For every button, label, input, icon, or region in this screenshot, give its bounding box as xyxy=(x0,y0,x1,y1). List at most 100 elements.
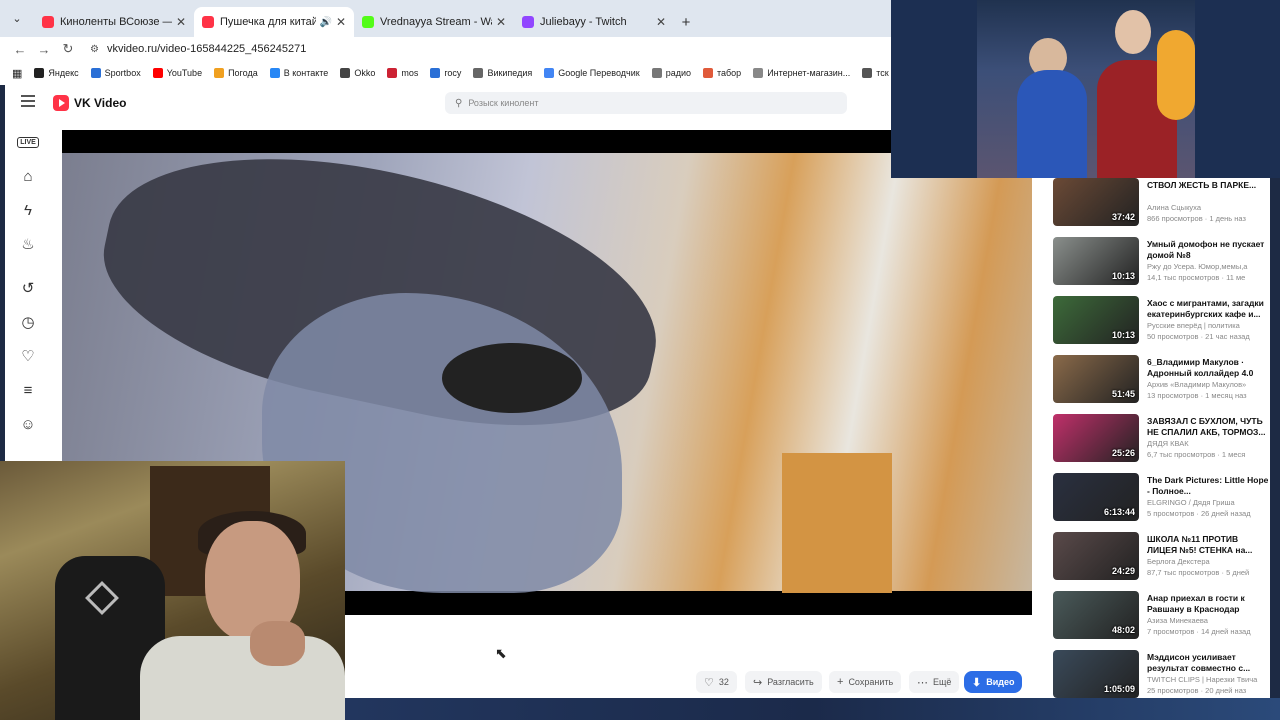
bookmark-favicon-icon xyxy=(269,68,280,78)
screen: { "browser": { "tabs": [ {"title": "Кино… xyxy=(0,0,1280,720)
bookmark-item[interactable]: Википедия xyxy=(473,68,532,78)
save-button[interactable]: + Сохранить xyxy=(829,671,902,693)
clips-icon[interactable]: ♨ xyxy=(17,233,39,255)
site-info-icon[interactable]: ⚙ xyxy=(90,44,99,55)
recommendation-title[interactable]: Мэддисон усиливает результат совместно с… xyxy=(1147,652,1269,673)
tab-title: Пушечка для китайского р xyxy=(220,16,317,28)
recommendation-item[interactable]: 25:26 ЗАВЯЗАЛ С БУХЛОМ, ЧУТЬ НЕ СПАЛИЛ АК… xyxy=(1053,414,1268,464)
video-button[interactable]: ⬇ Видео xyxy=(964,671,1023,693)
more-button[interactable]: ⋯ Ещё xyxy=(909,671,960,693)
recommendation-author[interactable]: Алина Сцыкуха xyxy=(1147,203,1269,212)
apps-grid-icon[interactable]: ▦ xyxy=(12,67,22,80)
recommendation-author[interactable]: Ржу до Усера. Юмор,мемы,а xyxy=(1147,262,1269,271)
tab-search-chevron-icon[interactable]: ⌄ xyxy=(0,0,34,37)
bookmark-favicon-icon xyxy=(862,68,873,78)
recommendation-item[interactable]: 10:13 Умный домофон не пускает домой №8 Рж… xyxy=(1053,237,1268,287)
video-thumbnail[interactable]: 10:13 xyxy=(1053,296,1139,344)
menu-icon[interactable] xyxy=(21,95,35,109)
bookmark-item[interactable]: Okko xyxy=(340,68,375,78)
tab-favicon-icon xyxy=(202,16,214,28)
recommendation-item[interactable]: 10:13 Хаос с мигрантами, загадки екатерин… xyxy=(1053,296,1268,346)
recommendation-author[interactable]: ДЯДЯ КВАК xyxy=(1147,439,1269,448)
bookmark-favicon-icon xyxy=(214,68,225,78)
close-tab-icon[interactable]: ✕ xyxy=(176,15,186,29)
recommendation-title[interactable]: ШКОЛА №11 ПРОТИВ ЛИЦЕЯ №5! СТЕНКА на... xyxy=(1147,534,1269,555)
subscriptions-icon[interactable]: ☺ xyxy=(17,413,39,435)
bookmarks-bar: ▦ Яндекс Sportbox YouTube Погода В контакте O… xyxy=(0,61,891,85)
video-thumbnail[interactable]: 1:05:09 xyxy=(1053,650,1139,698)
forward-arrow-icon[interactable]: → xyxy=(32,42,56,57)
close-tab-icon[interactable]: ✕ xyxy=(336,15,346,29)
video-thumbnail[interactable]: 6:13:44 xyxy=(1053,473,1139,521)
video-label: Видео xyxy=(986,677,1015,687)
share-button[interactable]: ↪ Разгласить xyxy=(745,671,822,693)
close-tab-icon[interactable]: ✕ xyxy=(656,15,666,29)
video-thumbnail[interactable]: 24:29 xyxy=(1053,532,1139,580)
video-thumbnail[interactable]: 25:26 xyxy=(1053,414,1139,462)
browser-tab[interactable]: Juliebayy - Twitch ✕ xyxy=(514,7,674,37)
live-icon[interactable]: LIVE xyxy=(17,131,39,153)
lightning-icon[interactable]: ϟ xyxy=(17,199,39,221)
left-nav: LIVE ⌂ ϟ ♨ ↺ ◷ ♡ ≡ ☺ xyxy=(5,121,51,461)
recommendation-item[interactable]: 24:29 ШКОЛА №11 ПРОТИВ ЛИЦЕЯ №5! СТЕНКА н… xyxy=(1053,532,1268,582)
recommendation-title[interactable]: Анар приехал в гости к Равшану в Краснод… xyxy=(1147,593,1269,614)
bookmark-item[interactable]: YouTube xyxy=(152,68,202,78)
bookmark-item[interactable]: госу xyxy=(430,68,461,78)
recommendation-author[interactable]: Русские вперёд | политика xyxy=(1147,321,1269,330)
video-thumbnail[interactable]: 51:45 xyxy=(1053,355,1139,403)
bookmark-item[interactable]: Погода xyxy=(214,68,258,78)
video-thumbnail[interactable]: 10:13 xyxy=(1053,237,1139,285)
url-field[interactable]: ⚙ vkvideo.ru/video-165844225_456245271 xyxy=(90,43,306,55)
bookmark-item[interactable]: В контакте xyxy=(269,68,328,78)
bookmark-item[interactable]: Яндекс xyxy=(34,68,79,78)
bookmark-item[interactable]: Google Переводчик xyxy=(544,68,640,78)
streamer-webcam-overlay xyxy=(0,461,345,720)
recommendation-title[interactable]: 6_Владимир Макулов · Адронный коллайдер … xyxy=(1147,357,1269,378)
recommendation-author[interactable]: TWITCH CLIPS | Нарезки Твича xyxy=(1147,675,1269,684)
reload-icon[interactable]: ↻ xyxy=(56,41,80,57)
recommendation-title[interactable]: ЗАВЯЗАЛ С БУХЛОМ, ЧУТЬ НЕ СПАЛИЛ АКБ, ТО… xyxy=(1147,416,1269,437)
video-thumbnail[interactable]: 48:02 xyxy=(1053,591,1139,639)
bookmark-item[interactable]: тск заря xyxy=(862,68,891,78)
history-icon[interactable]: ↺ xyxy=(17,277,39,299)
speaker-icon[interactable]: 🔊 xyxy=(319,17,331,28)
search-input[interactable]: ⚲ Розыск кинолент xyxy=(445,92,847,114)
recommendation-author[interactable]: ELGRINGO / Дядя Гриша xyxy=(1147,498,1269,507)
recommendation-item[interactable]: 1:05:09 Мэддисон усиливает результат совм… xyxy=(1053,650,1268,700)
bookmark-item[interactable]: Sportbox xyxy=(90,68,141,78)
browser-tab[interactable]: Пушечка для китайского р🔊 ✕ xyxy=(194,7,354,37)
video-thumbnail[interactable]: 37:42 xyxy=(1053,178,1139,226)
recommendation-item[interactable]: 48:02 Анар приехал в гости к Равшану в Кр… xyxy=(1053,591,1268,641)
playlist-add-icon[interactable]: ≡ xyxy=(17,379,39,401)
recommendation-title[interactable]: СТВОЛ ЖЕСТЬ В ПАРКЕ... xyxy=(1147,180,1269,191)
close-tab-icon[interactable]: ✕ xyxy=(496,15,506,29)
search-placeholder: Розыск кинолент xyxy=(468,98,539,108)
vk-video-logo[interactable]: VK Video xyxy=(53,95,126,111)
back-arrow-icon[interactable]: ← xyxy=(8,42,32,57)
recommendation-author[interactable]: Берлога Декстера xyxy=(1147,557,1269,566)
bookmark-label: Sportbox xyxy=(104,68,141,78)
home-icon[interactable]: ⌂ xyxy=(17,165,39,187)
clock-icon[interactable]: ◷ xyxy=(17,311,39,333)
recommendation-title[interactable]: Умный домофон не пускает домой №8 xyxy=(1147,239,1269,260)
recommendation-author[interactable]: Азиза Минекаева xyxy=(1147,616,1269,625)
recommendation-title[interactable]: Хаос с мигрантами, загадки екатеринбургс… xyxy=(1147,298,1269,319)
heart-icon[interactable]: ♡ xyxy=(17,345,39,367)
browser-tab[interactable]: Киноленты ВСоюзе — смотре ✕ xyxy=(34,7,194,37)
bookmark-label: госу xyxy=(444,68,462,78)
recommendation-item[interactable]: 37:42 СТВОЛ ЖЕСТЬ В ПАРКЕ... Алина Сцыкуха… xyxy=(1053,178,1268,228)
recommendation-item[interactable]: 6:13:44 The Dark Pictures: Little Hope - … xyxy=(1053,473,1268,523)
bookmark-item[interactable]: табор xyxy=(702,68,741,78)
new-tab-button[interactable]: + xyxy=(674,7,698,37)
recommendation-item[interactable]: 51:45 6_Владимир Макулов · Адронный колла… xyxy=(1053,355,1268,405)
bookmark-item[interactable]: Интернет-магазин... xyxy=(753,68,850,78)
bookmark-favicon-icon xyxy=(90,68,101,78)
bookmark-item[interactable]: mos xyxy=(387,68,418,78)
browser-tab[interactable]: Vrednayya Stream - Watch Live ✕ xyxy=(354,7,514,37)
bookmark-item[interactable]: радио xyxy=(651,68,691,78)
duration-badge: 25:26 xyxy=(1111,448,1135,458)
recommendation-author[interactable]: Архив «Владимир Макулов» xyxy=(1147,380,1269,389)
like-button[interactable]: ♡ 32 xyxy=(696,671,737,693)
bookmark-label: Википедия xyxy=(487,68,533,78)
recommendation-title[interactable]: The Dark Pictures: Little Hope - Полное.… xyxy=(1147,475,1269,496)
